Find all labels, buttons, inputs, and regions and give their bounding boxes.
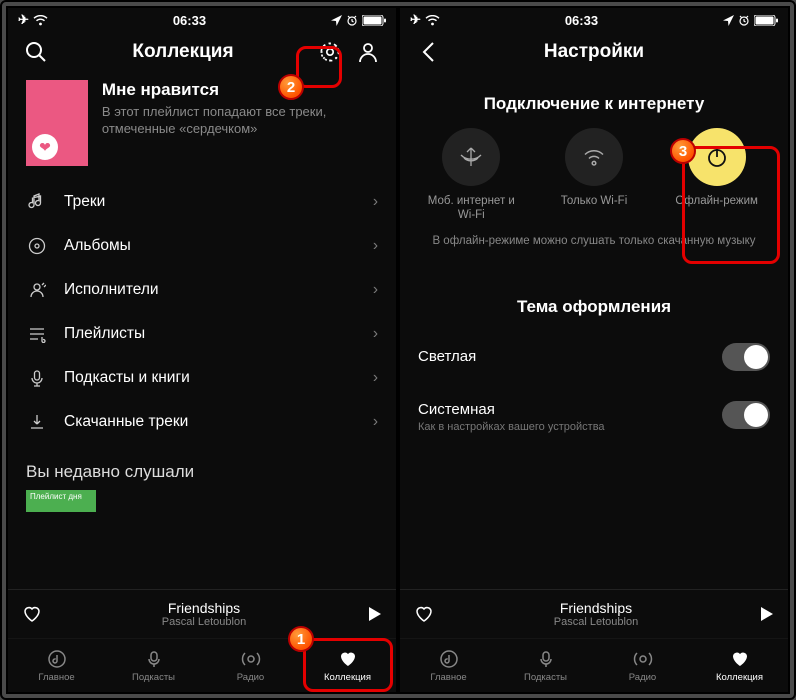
tab-bar: Главное Подкасты Радио Коллекция (8, 638, 396, 692)
mic-icon (26, 369, 48, 387)
tab-collection[interactable]: Коллекция (691, 639, 788, 692)
profile-button[interactable] (354, 38, 382, 66)
toggle-system[interactable] (722, 401, 770, 429)
playlist-icon (26, 325, 48, 343)
row-albums[interactable]: Альбомы › (8, 224, 396, 268)
chevron-right-icon: › (373, 369, 378, 387)
status-time: 06:33 (565, 13, 598, 28)
alarm-icon (738, 14, 750, 26)
recent-heading: Вы недавно слушали (8, 444, 396, 490)
phone-settings: ✈ 06:33 Настройки Подключение к интернет… (398, 6, 790, 694)
location-icon (331, 15, 342, 26)
status-bar: ✈ 06:33 (8, 8, 396, 32)
conn-wifi-only[interactable]: Только Wi-Fi (544, 128, 644, 223)
section-connection: Подключение к интернету (400, 76, 788, 128)
tab-radio[interactable]: Радио (202, 639, 299, 692)
liked-subtitle: В этот плейлист попадают все треки, отме… (102, 104, 378, 138)
battery-icon (362, 15, 386, 26)
liked-title: Мне нравится (102, 80, 378, 100)
recent-card[interactable]: Плейлист дня (26, 490, 96, 512)
like-button[interactable] (22, 604, 42, 624)
tab-main[interactable]: Главное (400, 639, 497, 692)
player-track: Friendships (446, 600, 746, 616)
settings-button[interactable] (316, 38, 344, 66)
row-downloaded[interactable]: Скачанные треки › (8, 400, 396, 444)
row-artists[interactable]: Исполнители › (8, 268, 396, 312)
row-tracks[interactable]: Треки › (8, 180, 396, 224)
phone-collection: ✈ 06:33 Коллекция (6, 6, 398, 694)
artist-icon (26, 281, 48, 299)
download-icon (26, 413, 48, 431)
chevron-right-icon: › (373, 237, 378, 255)
badge-1: 1 (288, 626, 314, 652)
music-note-icon (26, 193, 48, 211)
search-button[interactable] (22, 38, 50, 66)
liked-playlist[interactable]: ❤ Мне нравится В этот плейлист попадают … (8, 76, 396, 180)
disc-icon (26, 237, 48, 255)
play-button[interactable] (758, 606, 774, 622)
theme-light[interactable]: Светлая (400, 331, 788, 383)
play-button[interactable] (366, 606, 382, 622)
row-playlists[interactable]: Плейлисты › (8, 312, 396, 356)
like-button[interactable] (414, 604, 434, 624)
topbar: Коллекция (8, 32, 396, 76)
chevron-right-icon: › (373, 281, 378, 299)
chevron-right-icon: › (373, 325, 378, 343)
back-button[interactable] (414, 38, 442, 66)
badge-3: 3 (670, 138, 696, 164)
theme-system[interactable]: Системная Как в настройках вашего устрой… (400, 383, 788, 445)
page-title: Настройки (442, 41, 746, 63)
mini-player[interactable]: Friendships Pascal Letoublon (8, 589, 396, 638)
status-time: 06:33 (173, 13, 206, 28)
location-icon (723, 15, 734, 26)
wifi-icon (33, 15, 48, 26)
battery-icon (754, 15, 778, 26)
player-artist: Pascal Letoublon (54, 616, 354, 628)
tab-main[interactable]: Главное (8, 639, 105, 692)
liked-cover: ❤ (26, 80, 88, 166)
wifi-icon (425, 15, 440, 26)
connection-options: Моб. интернет и Wi-Fi Только Wi-Fi Офлай… (400, 128, 788, 223)
player-track: Friendships (54, 600, 354, 616)
chevron-right-icon: › (373, 193, 378, 211)
toggle-light[interactable] (722, 343, 770, 371)
airplane-icon: ✈ (18, 12, 29, 28)
status-bar: ✈ 06:33 (400, 8, 788, 32)
offline-note: В офлайн-режиме можно слушать только ска… (400, 223, 788, 249)
chevron-right-icon: › (373, 413, 378, 431)
tab-radio[interactable]: Радио (594, 639, 691, 692)
badge-2: 2 (278, 74, 304, 100)
page-title: Коллекция (50, 41, 316, 63)
mini-player[interactable]: Friendships Pascal Letoublon (400, 589, 788, 638)
tab-collection[interactable]: Коллекция (299, 639, 396, 692)
conn-mobile-wifi[interactable]: Моб. интернет и Wi-Fi (421, 128, 521, 223)
alarm-icon (346, 14, 358, 26)
tab-podcasts[interactable]: Подкасты (105, 639, 202, 692)
heart-icon: ❤ (32, 134, 58, 160)
player-artist: Pascal Letoublon (446, 616, 746, 628)
airplane-icon: ✈ (410, 12, 421, 28)
section-theme: Тема оформления (400, 279, 788, 331)
topbar: Настройки (400, 32, 788, 76)
row-podcasts[interactable]: Подкасты и книги › (8, 356, 396, 400)
tab-podcasts[interactable]: Подкасты (497, 639, 594, 692)
tab-bar: Главное Подкасты Радио Коллекция (400, 638, 788, 692)
